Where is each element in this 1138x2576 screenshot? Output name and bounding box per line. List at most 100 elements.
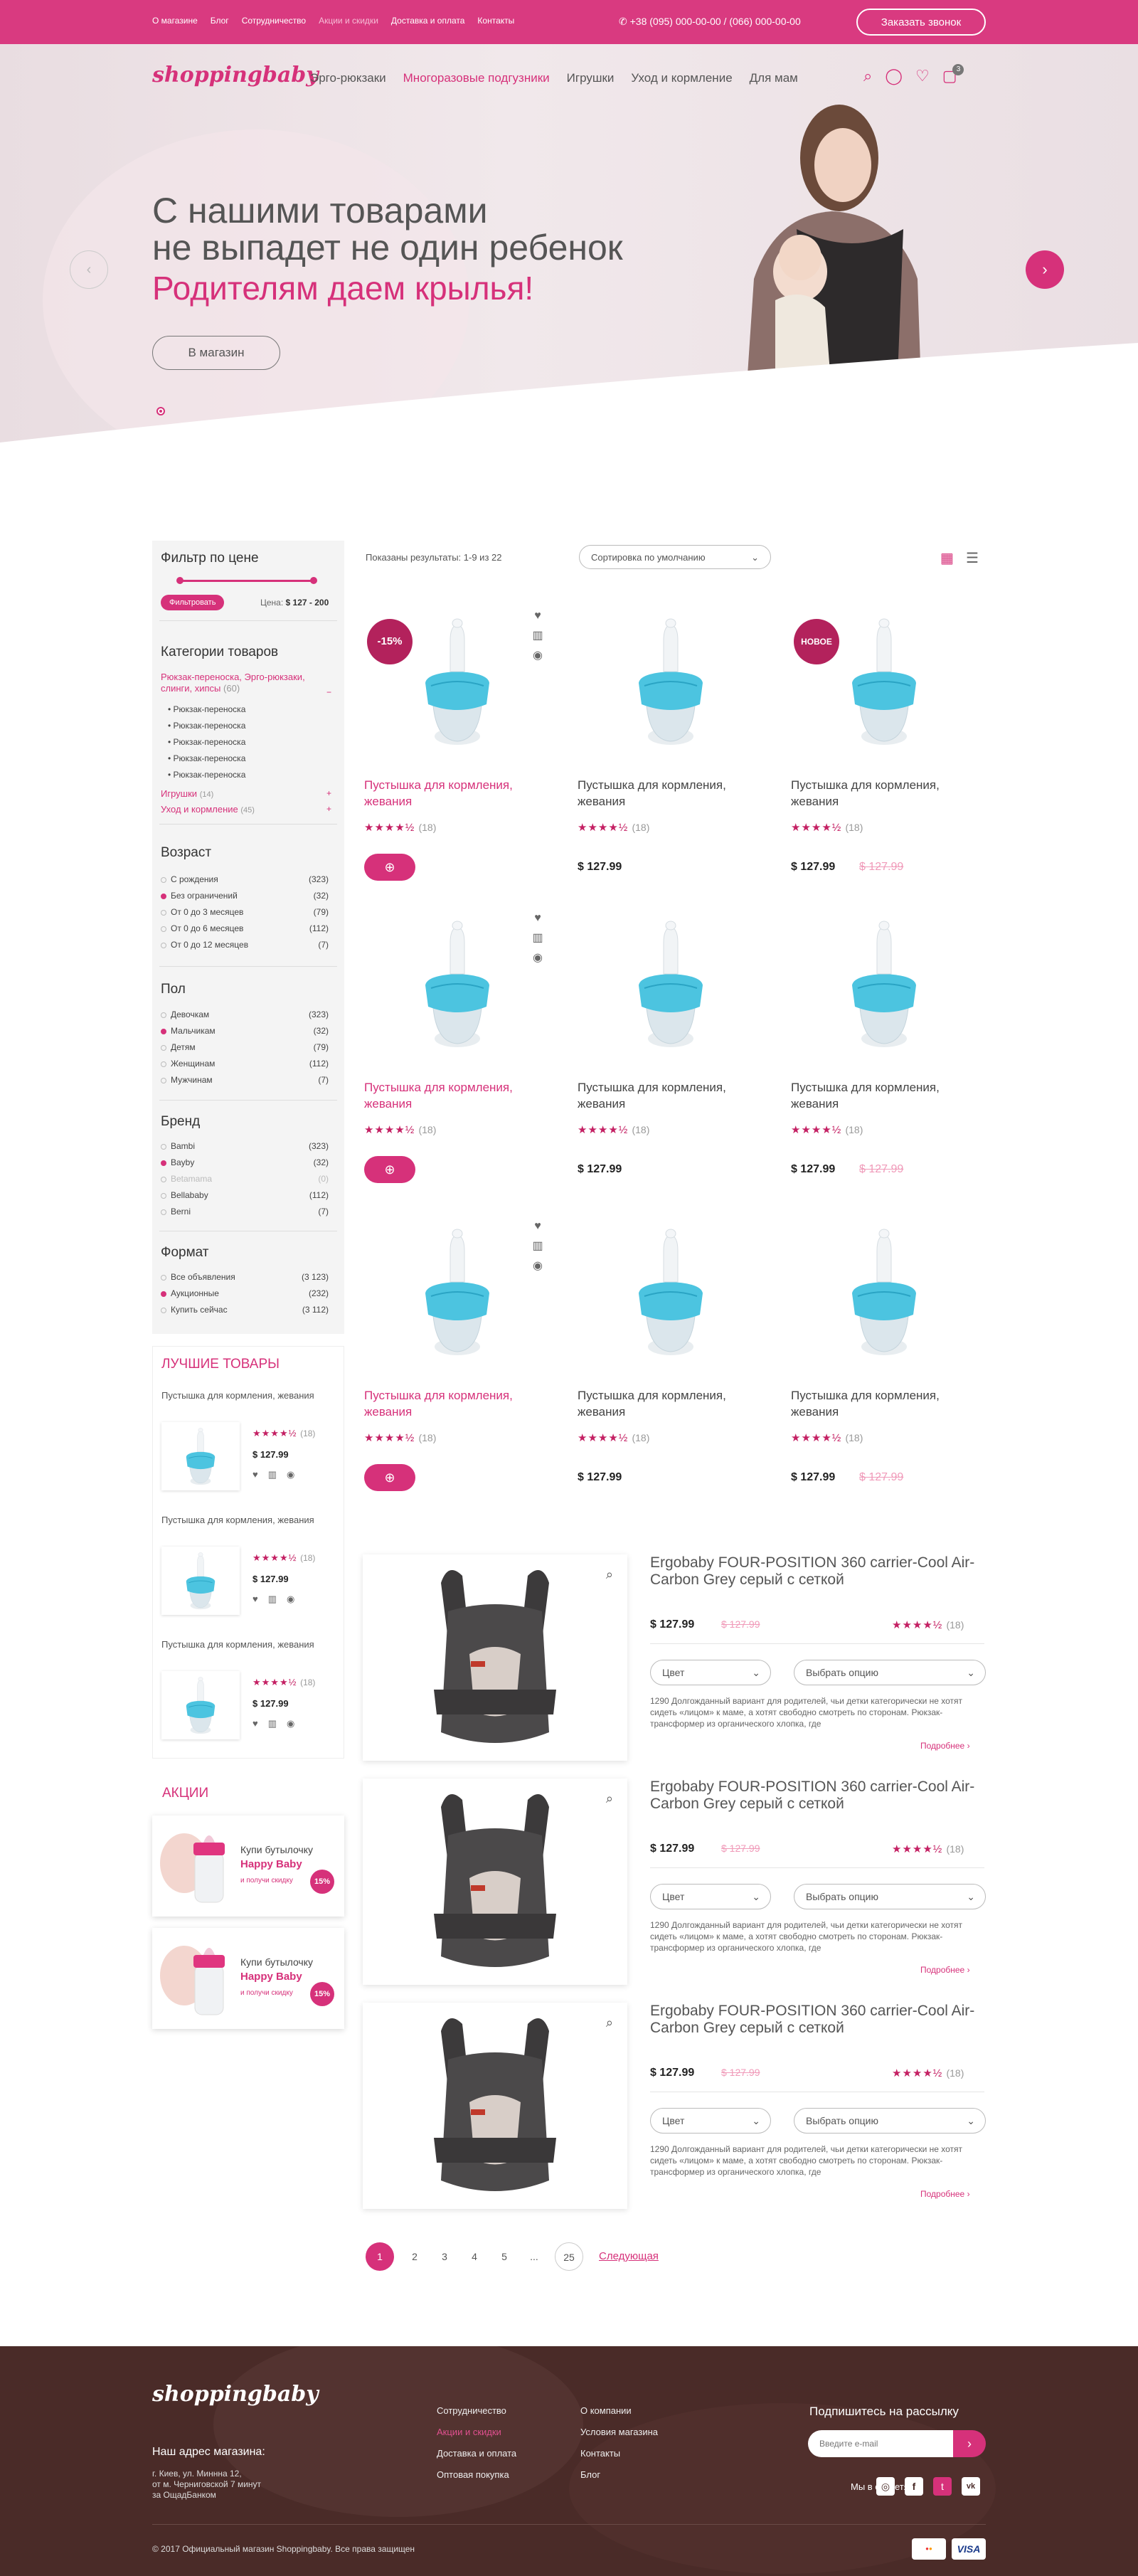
best-product[interactable]: Пустышка для кормления, жевания ★★★★½ (18… bbox=[161, 1514, 336, 1615]
top-link-sales[interactable]: Акции и скидки bbox=[319, 16, 378, 26]
wishlist-icon[interactable]: ♡ bbox=[915, 67, 930, 85]
best-product-title[interactable]: Пустышка для кормления, жевания bbox=[161, 1514, 336, 1526]
product-image[interactable]: ⌕ bbox=[363, 1779, 627, 1985]
list-view-icon[interactable]: ☰ bbox=[966, 549, 979, 567]
color-select[interactable]: Цвет ⌄ bbox=[650, 2108, 771, 2134]
footer-link[interactable]: Акции и скидки bbox=[437, 2422, 516, 2443]
nav-ergo[interactable]: Эрго-рюкзаки bbox=[310, 71, 386, 85]
age-option[interactable]: От 0 до 12 месяцев (7) bbox=[161, 937, 329, 953]
call-back-button[interactable]: Заказать звонок bbox=[856, 9, 986, 36]
subcategory-item[interactable]: • Рюкзак-переноска bbox=[168, 734, 245, 751]
eye-icon[interactable]: ◉ bbox=[531, 948, 545, 968]
to-shop-button[interactable]: В магазин bbox=[152, 336, 280, 370]
product-title[interactable]: Ergobaby FOUR-POSITION 360 carrier-Cool … bbox=[650, 2003, 984, 2037]
expand-icon[interactable]: + bbox=[326, 788, 331, 798]
footer-link[interactable]: Сотрудничество bbox=[437, 2400, 516, 2422]
best-product-image[interactable] bbox=[161, 1422, 240, 1490]
product-title[interactable]: Пустышка для кормления, жевания bbox=[364, 1079, 535, 1112]
product-image[interactable] bbox=[411, 914, 504, 1056]
slider-dot[interactable] bbox=[156, 407, 165, 415]
product-title[interactable]: Пустышка для кормления, жевания bbox=[364, 1387, 535, 1420]
product-card[interactable]: -15% ♥ ▥ ◉ Пустышка для кормления, жевания ★★… bbox=[363, 610, 555, 896]
heart-icon[interactable]: ♥ bbox=[531, 606, 545, 626]
price-slider-handle-max[interactable] bbox=[310, 577, 317, 584]
product-image[interactable] bbox=[838, 1222, 930, 1364]
age-option[interactable]: Без ограничений (32) bbox=[161, 888, 329, 904]
slider-prev-button[interactable]: ‹ bbox=[70, 250, 108, 289]
gender-option[interactable]: Девочкам (323) bbox=[161, 1007, 329, 1023]
product-card[interactable]: Пустышка для кормления, жевания ★★★★½ (18… bbox=[789, 1222, 982, 1507]
option-select[interactable]: Выбрать опцию ⌄ bbox=[794, 2108, 986, 2134]
heart-icon[interactable]: ♥ bbox=[252, 1718, 258, 1729]
product-card[interactable]: Пустышка для кормления, жевания ★★★★½ (18… bbox=[576, 1222, 768, 1507]
eye-icon[interactable]: ◉ bbox=[531, 1256, 545, 1276]
best-product-title[interactable]: Пустышка для кормления, жевания bbox=[161, 1389, 336, 1401]
account-icon[interactable]: ◯ bbox=[885, 67, 903, 85]
compare-icon[interactable]: ▥ bbox=[531, 626, 545, 646]
compare-icon[interactable]: ▥ bbox=[531, 928, 545, 948]
page-link[interactable]: 3 bbox=[435, 2242, 454, 2271]
nav-toys[interactable]: Игрушки bbox=[567, 71, 615, 85]
product-image[interactable]: ⌕ bbox=[363, 1554, 627, 1761]
page-link[interactable]: 25 bbox=[555, 2242, 583, 2271]
product-title[interactable]: Пустышка для кормления, жевания bbox=[791, 1387, 962, 1420]
eye-icon[interactable]: ◉ bbox=[287, 1469, 294, 1480]
gender-option[interactable]: Мальчикам (32) bbox=[161, 1023, 329, 1039]
filter-button[interactable]: Фильтровать bbox=[161, 595, 225, 610]
product-title[interactable]: Пустышка для кормления, жевания bbox=[578, 1387, 748, 1420]
page-link[interactable]: 2 bbox=[405, 2242, 424, 2271]
footer-logo[interactable]: shoppingbaby bbox=[152, 2382, 319, 2407]
zoom-icon[interactable]: ⌕ bbox=[606, 1567, 613, 1582]
option-select[interactable]: Выбрать опцию ⌄ bbox=[794, 1660, 986, 1685]
more-link[interactable]: Подробнее › bbox=[920, 2189, 970, 2199]
best-product-title[interactable]: Пустышка для кормления, жевания bbox=[161, 1638, 336, 1650]
heart-icon[interactable]: ♥ bbox=[531, 908, 545, 928]
best-product[interactable]: Пустышка для кормления, жевания ★★★★½ (18… bbox=[161, 1638, 336, 1739]
product-card[interactable]: Пустышка для кормления, жевания ★★★★½ (18… bbox=[576, 914, 768, 1199]
product-title[interactable]: Ergobaby FOUR-POSITION 360 carrier-Cool … bbox=[650, 1554, 984, 1589]
subcategory-item[interactable]: • Рюкзак-переноска bbox=[168, 718, 245, 734]
footer-link[interactable]: Доставка и оплата bbox=[437, 2443, 516, 2464]
age-option[interactable]: От 0 до 6 месяцев (112) bbox=[161, 921, 329, 937]
category-toys[interactable]: Игрушки (14) bbox=[161, 788, 213, 799]
product-title[interactable]: Пустышка для кормления, жевания bbox=[578, 1079, 748, 1112]
age-option[interactable]: С рождения (323) bbox=[161, 871, 329, 888]
vk-icon[interactable]: vk bbox=[962, 2477, 980, 2496]
grid-view-icon[interactable]: ▦ bbox=[940, 549, 954, 567]
product-title[interactable]: Пустышка для кормления, жевания bbox=[791, 777, 962, 810]
footer-link[interactable]: Блог bbox=[580, 2464, 658, 2486]
footer-link[interactable]: Оптовая покупка bbox=[437, 2464, 516, 2486]
best-product[interactable]: Пустышка для кормления, жевания ★★★★½ (18… bbox=[161, 1389, 336, 1490]
heart-icon[interactable]: ♥ bbox=[252, 1594, 258, 1605]
product-card[interactable]: ♥ ▥ ◉ Пустышка для кормления, жевания ★★★★½ … bbox=[363, 1220, 555, 1507]
instagram-icon[interactable]: ◎ bbox=[876, 2477, 895, 2496]
category-carriers[interactable]: Рюкзак-переноска, Эрго-рюкзаки, слинги, … bbox=[161, 672, 317, 694]
color-select[interactable]: Цвет ⌄ bbox=[650, 1884, 771, 1909]
product-card[interactable]: ♥ ▥ ◉ Пустышка для кормления, жевания ★★★★½ … bbox=[363, 912, 555, 1199]
top-link-cooperation[interactable]: Сотрудничество bbox=[242, 16, 306, 26]
gender-option[interactable]: Мужчинам (7) bbox=[161, 1072, 329, 1088]
price-slider-track[interactable] bbox=[179, 580, 314, 582]
product-image[interactable] bbox=[624, 1222, 717, 1364]
subcategory-item[interactable]: • Рюкзак-переноска bbox=[168, 767, 245, 783]
product-image[interactable] bbox=[411, 612, 504, 754]
more-link[interactable]: Подробнее › bbox=[920, 1741, 970, 1751]
subcategory-item[interactable]: • Рюкзак-переноска bbox=[168, 701, 245, 718]
top-link-about[interactable]: О магазине bbox=[152, 16, 198, 26]
format-option[interactable]: Аукционные (232) bbox=[161, 1286, 329, 1302]
compare-icon[interactable]: ▥ bbox=[531, 1236, 545, 1256]
footer-link[interactable]: Условия магазина bbox=[580, 2422, 658, 2443]
compare-icon[interactable]: ▥ bbox=[268, 1469, 277, 1480]
zoom-icon[interactable]: ⌕ bbox=[606, 1791, 613, 1806]
facebook-icon[interactable]: f bbox=[905, 2477, 923, 2496]
product-card[interactable]: Пустышка для кормления, жевания ★★★★½ (18… bbox=[789, 914, 982, 1199]
nav-moms[interactable]: Для мам bbox=[750, 71, 798, 85]
footer-link[interactable]: Контакты bbox=[580, 2443, 658, 2464]
option-select[interactable]: Выбрать опцию ⌄ bbox=[794, 1884, 986, 1909]
product-image[interactable] bbox=[624, 914, 717, 1056]
footer-link[interactable]: О компании bbox=[580, 2400, 658, 2422]
expand-icon[interactable]: + bbox=[326, 804, 331, 814]
compare-icon[interactable]: ▥ bbox=[268, 1594, 277, 1605]
product-image[interactable] bbox=[838, 612, 930, 754]
top-link-delivery[interactable]: Доставка и оплата bbox=[391, 16, 465, 26]
